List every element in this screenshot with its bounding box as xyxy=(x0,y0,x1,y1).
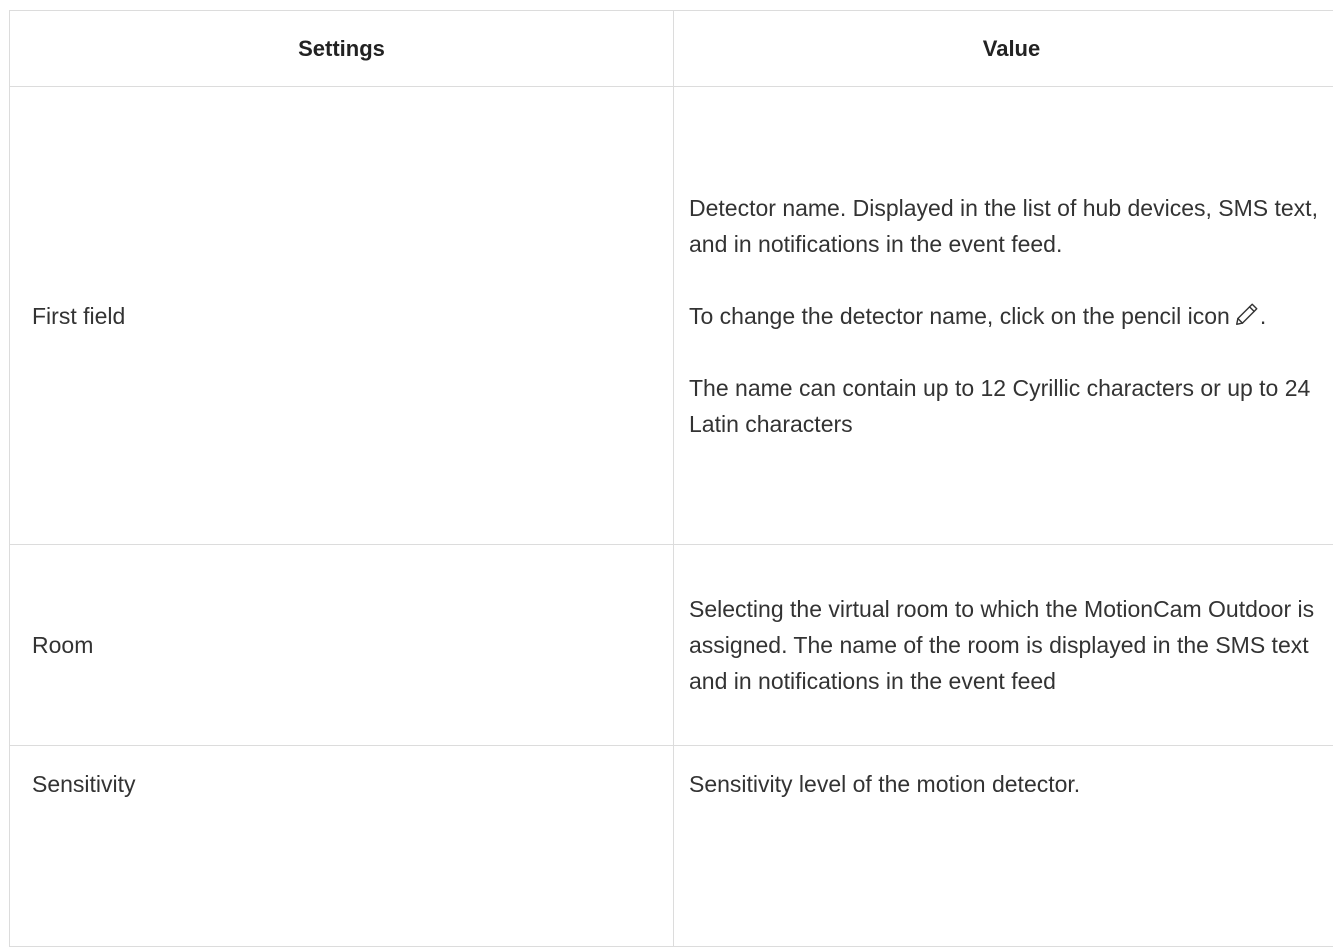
table-row-room: Room Selecting the virtual room to which… xyxy=(10,545,1333,746)
settings-table: Settings Value First field Detector name… xyxy=(9,10,1333,947)
value-text: . xyxy=(1260,303,1266,329)
pencil-icon xyxy=(1234,301,1260,327)
value-paragraph: The name can contain up to 12 Cyrillic c… xyxy=(689,370,1333,442)
header-value: Value xyxy=(674,11,1333,87)
value-paragraph: To change the detector name, click on th… xyxy=(689,298,1333,334)
value-text: To change the detector name, click on th… xyxy=(689,303,1230,329)
setting-name: Room xyxy=(10,545,674,746)
setting-name: First field xyxy=(10,87,674,545)
table-header-row: Settings Value xyxy=(10,11,1333,87)
header-settings: Settings xyxy=(10,11,674,87)
setting-value: Sensitivity level of the motion detector… xyxy=(674,746,1333,947)
table-row-sensitivity: Sensitivity Sensitivity level of the mot… xyxy=(10,746,1333,947)
setting-value: Detector name. Displayed in the list of … xyxy=(674,87,1333,545)
table-row-first-field: First field Detector name. Displayed in … xyxy=(10,87,1333,545)
value-paragraph: Detector name. Displayed in the list of … xyxy=(689,190,1333,262)
setting-name: Sensitivity xyxy=(10,746,674,947)
setting-value: Selecting the virtual room to which the … xyxy=(674,545,1333,746)
